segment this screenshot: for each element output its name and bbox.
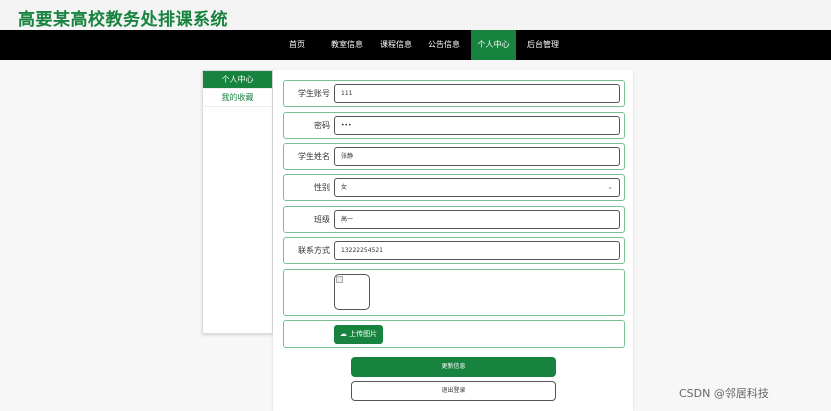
nav-item-courses[interactable]: 课程信息 xyxy=(374,30,418,60)
update-info-button[interactable]: 更新信息 xyxy=(351,357,556,377)
gender-select[interactable]: 女 ⌄ xyxy=(334,178,620,197)
sidebar-item-profile[interactable]: 个人中心 xyxy=(203,71,272,89)
student-name-input[interactable]: 张静 xyxy=(334,147,620,166)
top-header: 高要某高校教务处排课系统 xyxy=(0,0,831,30)
class-label: 班级 xyxy=(314,215,330,224)
password-label: 密码 xyxy=(314,121,330,130)
nav-item-announcements[interactable]: 公告信息 xyxy=(422,30,466,60)
gender-row: 性别 女 ⌄ xyxy=(283,174,625,201)
main-nav: 首页 教室信息 课程信息 公告信息 个人中心 后台管理 xyxy=(0,30,831,60)
gender-label: 性别 xyxy=(314,183,330,192)
upload-row: ☁ 上传图片 xyxy=(283,320,625,348)
nav-item-admin[interactable]: 后台管理 xyxy=(521,30,565,60)
class-input[interactable]: 高一 xyxy=(334,210,620,229)
student-name-row: 学生姓名 张静 xyxy=(283,143,625,170)
password-input[interactable]: ••• xyxy=(334,116,620,135)
student-name-label: 学生姓名 xyxy=(298,152,330,161)
site-title: 高要某高校教务处排课系统 xyxy=(18,10,228,30)
gender-value: 女 xyxy=(341,184,348,191)
student-no-row: 学生账号 111 xyxy=(283,80,625,107)
student-no-input[interactable]: 111 xyxy=(334,84,620,103)
broken-image-icon xyxy=(336,276,343,283)
sidebar: 个人中心 我的收藏 xyxy=(202,70,273,334)
upload-image-label: 上传图片 xyxy=(349,330,378,338)
watermark: CSDN @邻居科技 xyxy=(679,387,769,400)
password-row: 密码 ••• xyxy=(283,112,625,139)
sidebar-item-favorites[interactable]: 我的收藏 xyxy=(203,89,272,107)
avatar-image xyxy=(334,274,370,310)
upload-image-button[interactable]: ☁ 上传图片 xyxy=(334,325,383,344)
nav-item-home[interactable]: 首页 xyxy=(280,30,314,60)
phone-input[interactable]: 13222254521 xyxy=(334,241,620,260)
avatar-row xyxy=(283,269,625,316)
phone-label: 联系方式 xyxy=(298,246,330,255)
nav-item-profile[interactable]: 个人中心 xyxy=(471,30,516,60)
nav-item-classrooms[interactable]: 教室信息 xyxy=(325,30,369,60)
student-no-label: 学生账号 xyxy=(298,89,330,98)
logout-button[interactable]: 退出登录 xyxy=(351,381,556,401)
cloud-upload-icon: ☁ xyxy=(339,330,347,338)
chevron-down-icon: ⌄ xyxy=(607,183,613,191)
phone-row: 联系方式 13222254521 xyxy=(283,237,625,264)
class-row: 班级 高一 xyxy=(283,206,625,233)
